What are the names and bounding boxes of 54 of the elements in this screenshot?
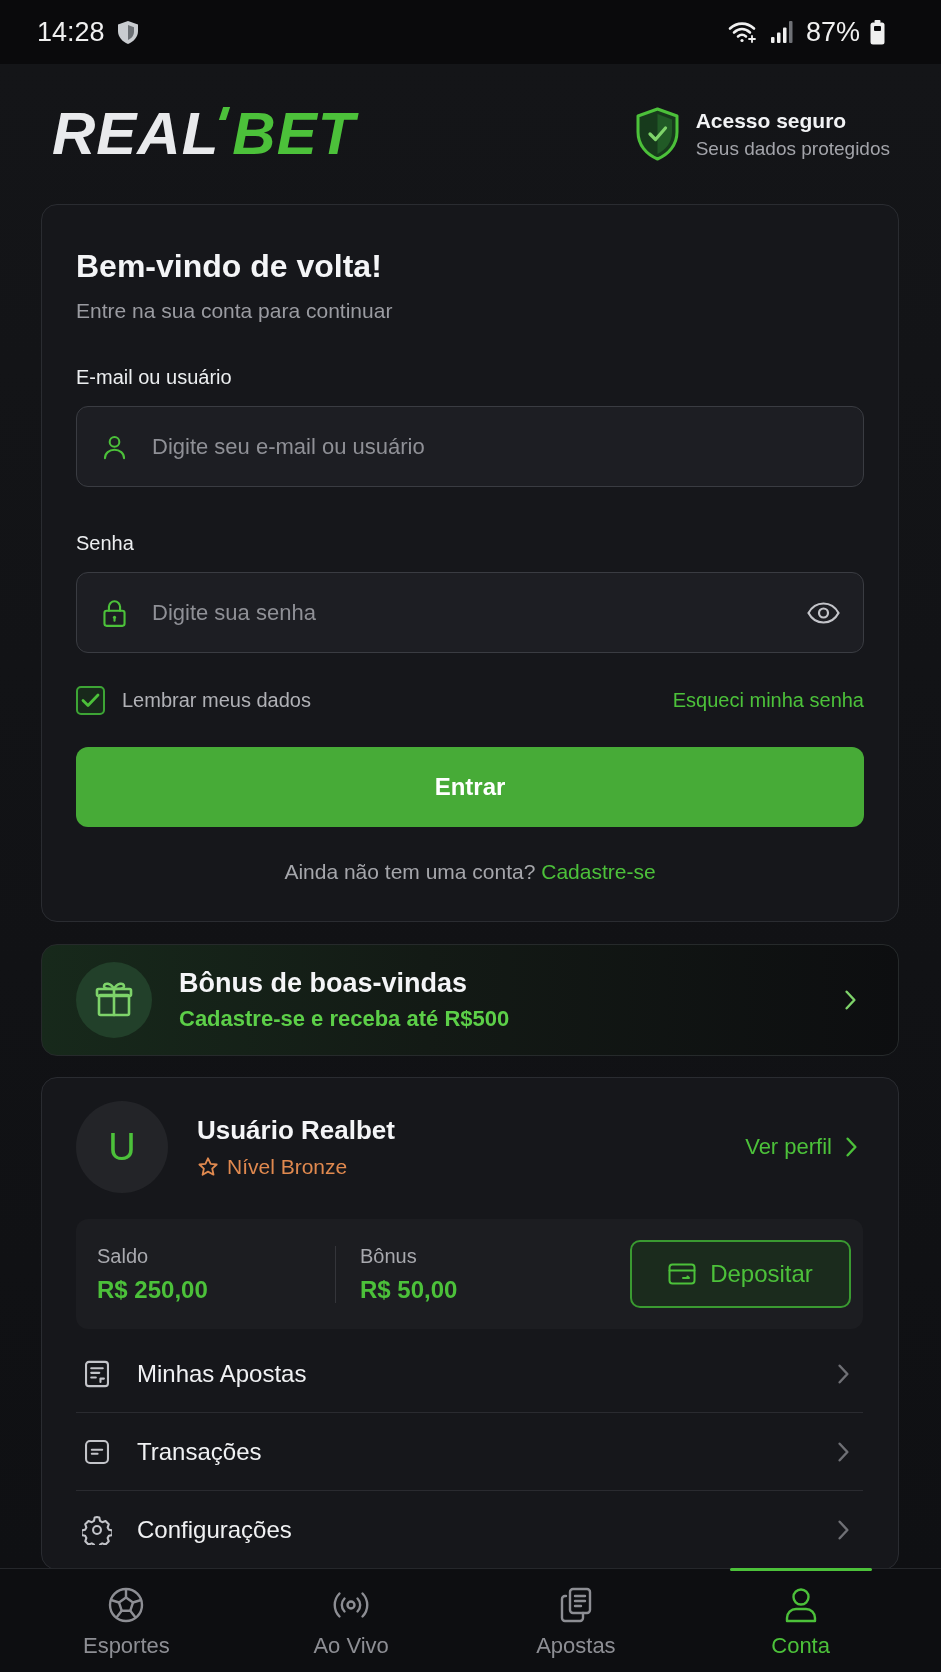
- chevron-right-icon: [838, 1519, 849, 1540]
- lock-icon: [101, 598, 128, 627]
- deposit-button[interactable]: Depositar: [630, 1240, 851, 1308]
- menu-item[interactable]: Transações: [76, 1413, 863, 1491]
- secure-subtitle: Seus dados protegidos: [695, 136, 890, 161]
- avatar: U: [76, 1101, 168, 1193]
- balance-label: Saldo: [97, 1244, 149, 1269]
- battery-percent: 87%: [805, 18, 860, 46]
- bonus-title: Bônus de boas-vindas: [179, 967, 468, 999]
- checkbox[interactable]: [76, 685, 105, 715]
- signup-link[interactable]: Cadastre-se: [541, 860, 656, 883]
- text-field[interactable]: Digite seu e-mail ou usuário: [76, 406, 864, 487]
- chevron-right-icon: [846, 1137, 857, 1157]
- balance-value: R$ 250,00: [97, 1275, 208, 1305]
- nav-tab[interactable]: Apostas: [463, 1569, 689, 1672]
- signup-prompt: Ainda não tem uma conta? Cadastre-se: [283, 859, 657, 885]
- field-label: E-mail ou usuário: [76, 365, 232, 390]
- secure-title: Acesso seguro: [695, 107, 847, 134]
- signal-icon: [769, 20, 794, 44]
- bonus-subtitle: Cadastre-se e receba até R$500: [179, 1005, 510, 1033]
- field-label: Senha: [76, 531, 134, 556]
- profile-link[interactable]: Ver perfil: [745, 1134, 857, 1160]
- gear-icon: [82, 1514, 112, 1545]
- user-name: Usuário Realbet: [197, 1114, 395, 1146]
- chevron-right-icon: [845, 990, 856, 1010]
- star-icon: [197, 1156, 219, 1178]
- card-subtitle: Entre na sua conta para continuar: [76, 298, 393, 324]
- nav-tab[interactable]: Conta: [688, 1569, 913, 1672]
- nav-tab[interactable]: Ao Vivo: [238, 1569, 464, 1672]
- user-icon: [101, 433, 128, 460]
- shield-icon: [116, 19, 139, 45]
- bonus-banner[interactable]: Bônus de boas-vindas Cadastre-se e receba até R$500: [41, 944, 899, 1056]
- nav-tab[interactable]: Esportes: [14, 1569, 239, 1672]
- soccer-ball-icon: [107, 1586, 146, 1624]
- logo: REAL BET: [48, 98, 370, 170]
- card-icon: [668, 1262, 697, 1286]
- wifi-icon: [727, 20, 758, 44]
- shield-check-icon: [635, 107, 679, 161]
- password-field[interactable]: Digite sua senha: [76, 572, 864, 653]
- gift-icon: [76, 962, 152, 1038]
- balance-value: R$ 50,00: [360, 1275, 458, 1305]
- checkmark-icon: [81, 692, 100, 708]
- balance-label: Bônus: [360, 1244, 417, 1269]
- chevron-right-icon: [838, 1363, 849, 1384]
- chevron-right-icon: [838, 1441, 849, 1462]
- battery-icon: [870, 19, 885, 45]
- level-label: Nível Bronze: [227, 1154, 348, 1180]
- receipt-icon: [82, 1358, 112, 1389]
- clock: 14:28: [37, 18, 105, 46]
- forgot-password-link[interactable]: Esqueci minha senha: [672, 688, 864, 712]
- card-title: Bem-vindo de volta!: [76, 247, 382, 285]
- menu-item[interactable]: Minhas Apostas: [76, 1335, 863, 1413]
- eye-icon[interactable]: [807, 601, 840, 624]
- remember-label: Lembrar meus dados: [122, 688, 311, 712]
